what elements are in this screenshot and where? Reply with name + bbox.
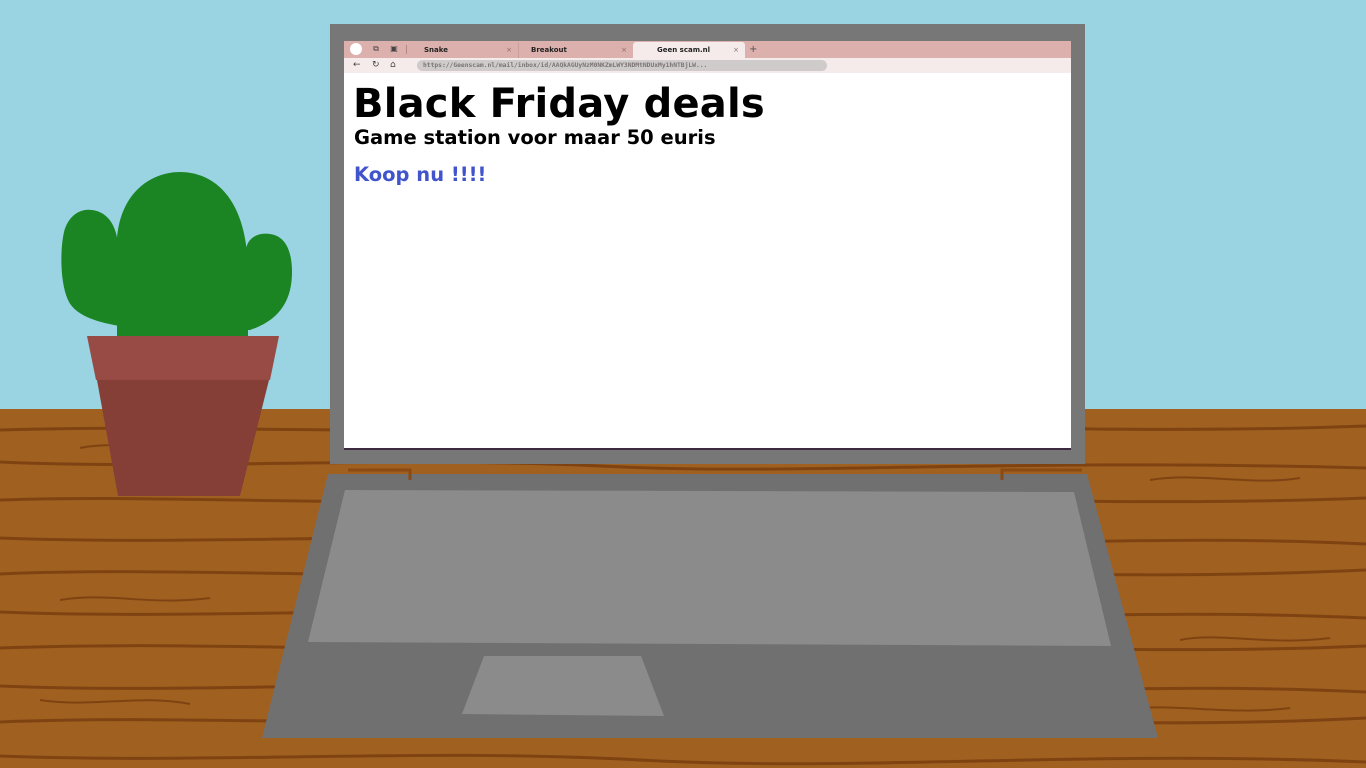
- buy-now-link[interactable]: Koop nu !!!!: [354, 163, 486, 187]
- reload-icon[interactable]: ↻: [372, 58, 380, 73]
- keyboard-area: [308, 490, 1111, 646]
- address-bar: ← ↻ ⌂ https://Geenscam.nl/mail/inbox/id/…: [344, 58, 1071, 73]
- layout-icon[interactable]: ▣: [388, 43, 400, 55]
- new-tab-button[interactable]: +: [749, 42, 757, 58]
- url-input[interactable]: https://Geenscam.nl/mail/inbox/id/AAQkAG…: [417, 60, 827, 71]
- cactus-plant: [61, 172, 292, 336]
- tab-separator: [406, 45, 407, 54]
- tab-breakout[interactable]: Breakout ×: [518, 42, 633, 58]
- back-arrow-icon[interactable]: ←: [353, 58, 361, 73]
- close-icon[interactable]: ×: [506, 42, 512, 58]
- tab-label: Snake: [424, 46, 448, 54]
- touchpad: [462, 656, 664, 716]
- tab-bar: ⧉ ▣ Snake × Breakout × Geen scam.nl × +: [344, 41, 1071, 58]
- tab-snake[interactable]: Snake ×: [412, 42, 518, 58]
- screen-edge: [344, 448, 1071, 450]
- home-icon[interactable]: ⌂: [390, 58, 396, 73]
- browser-window: ⧉ ▣ Snake × Breakout × Geen scam.nl × + …: [344, 41, 1071, 450]
- copy-icon[interactable]: ⧉: [370, 43, 382, 55]
- page-title: Black Friday deals: [353, 81, 765, 127]
- close-icon[interactable]: ×: [733, 42, 739, 58]
- tab-geen-scam[interactable]: Geen scam.nl ×: [633, 42, 745, 58]
- close-icon[interactable]: ×: [621, 42, 627, 58]
- web-page: Black Friday deals Game station voor maa…: [344, 73, 1071, 450]
- tab-label: Geen scam.nl: [657, 46, 711, 54]
- page-subtitle: Game station voor maar 50 euris: [354, 126, 716, 149]
- profile-icon[interactable]: [350, 43, 362, 55]
- tab-label: Breakout: [531, 46, 567, 54]
